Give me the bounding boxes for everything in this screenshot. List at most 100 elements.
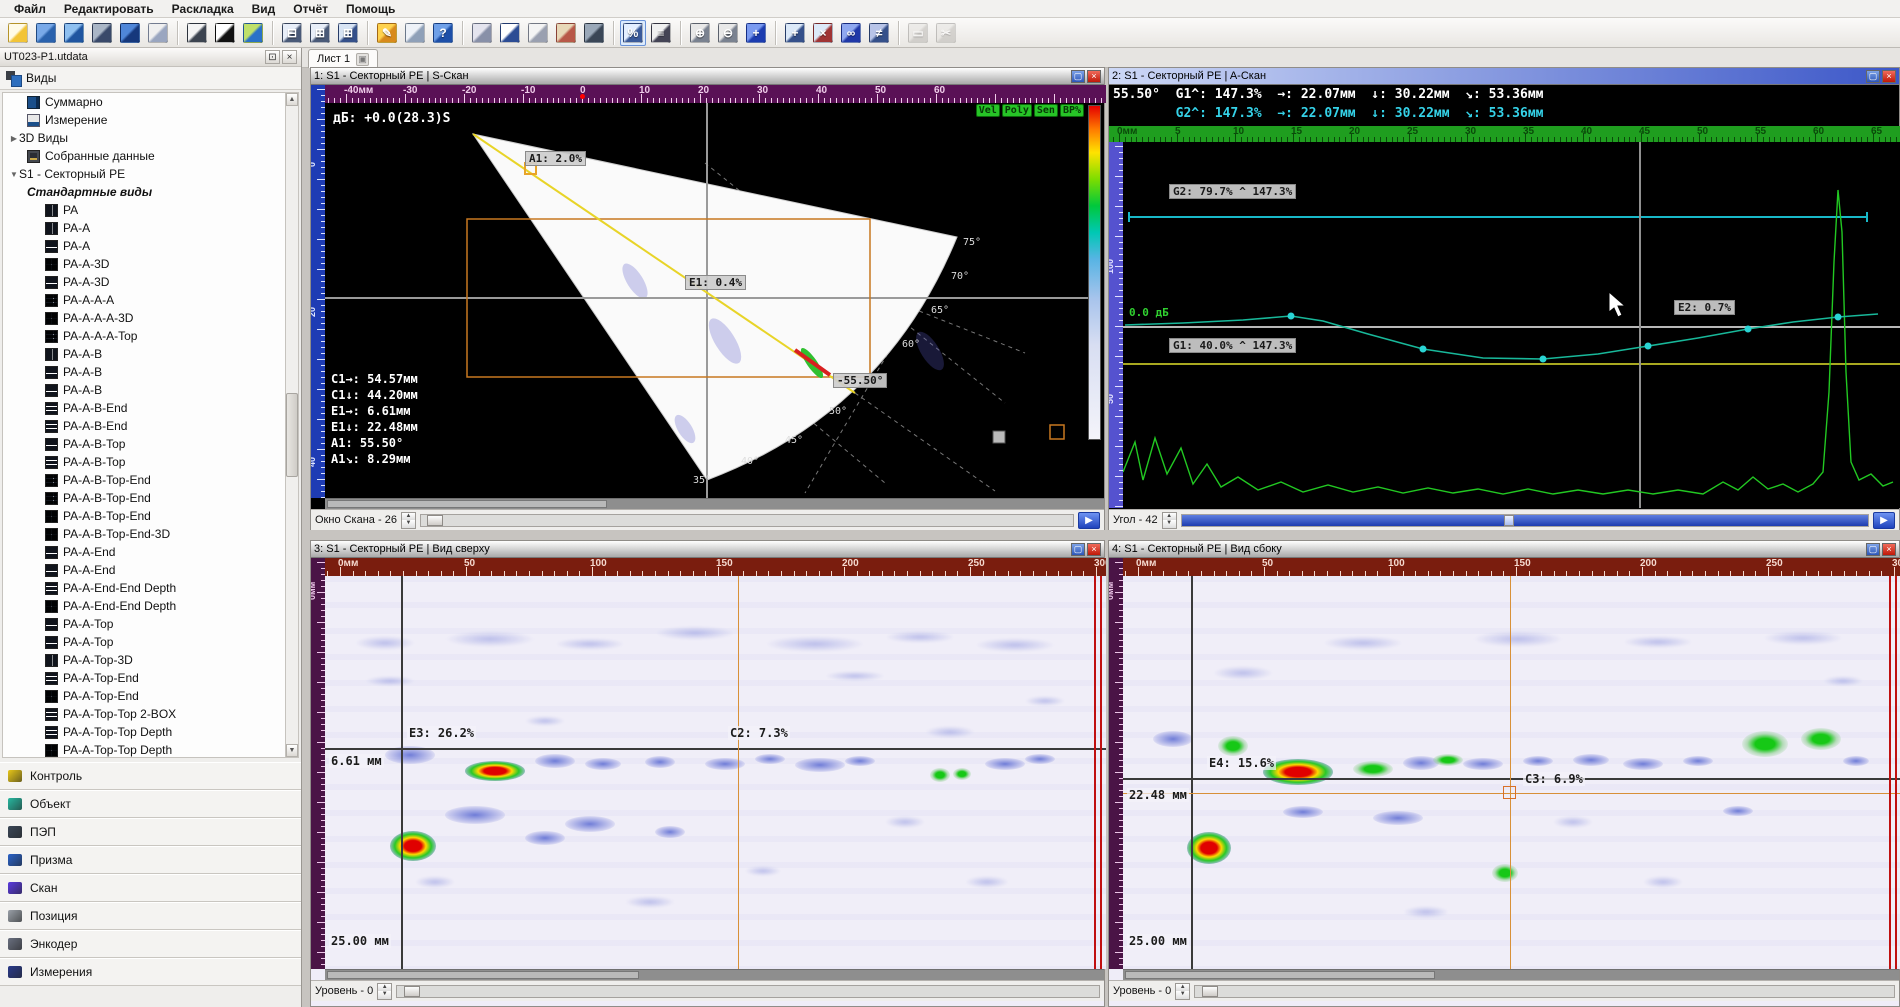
arrow-closed-icon[interactable]: ▶ [9,134,19,143]
menu-помощь[interactable]: Помощь [338,1,403,17]
gate-anchor-square[interactable] [1503,786,1516,799]
accordion-position[interactable]: Позиция [0,902,301,930]
views-header[interactable]: Виды [0,67,301,90]
tree-item-pa-a-top[interactable]: PA-A-Top [3,615,285,633]
gain-percent-button[interactable]: % [620,20,646,46]
scan-window-scrollbar[interactable] [420,514,1074,527]
accordion-inspection[interactable]: Контроль [0,762,301,790]
panel1-close-icon[interactable]: × [1087,70,1101,83]
panel3-close-icon[interactable]: × [1087,543,1101,556]
tab-close-icon[interactable]: ▣ [356,53,369,66]
play-button[interactable]: ▶ [1078,512,1100,529]
zoom-out-button[interactable]: ⊖ [715,20,741,46]
tree-item-3d-виды[interactable]: ▶3D Виды [3,129,285,147]
panel4-restore-icon[interactable]: ▢ [1866,543,1880,556]
tree-item-pa-a-b-top-end-3d[interactable]: PA-A-B-Top-End-3D [3,525,285,543]
tree-item-pa-a-b-end[interactable]: PA-A-B-End [3,417,285,435]
panel1-hscroll[interactable] [325,498,1104,509]
tree-item-pa-a-b-top-end[interactable]: PA-A-B-Top-End [3,471,285,489]
panel4-title-bar[interactable]: 4: S1 - Секторный PE | Вид сбоку ▢ × [1109,541,1899,558]
scroll-thumb[interactable] [286,393,298,477]
remove-view-button[interactable]: × [810,20,836,46]
top-view-cscan[interactable]: E3: 26.2%C2: 7.3%6.61 мм25.00 мм [325,576,1106,969]
link-views-button[interactable]: ∞ [838,20,864,46]
scroll-down-icon[interactable]: ▼ [286,744,298,757]
tree-item-pa[interactable]: PA [3,201,285,219]
tree-item-pa-a-top-top-depth[interactable]: PA-A-Top-Top Depth [3,741,285,758]
layout-editor-button[interactable] [184,20,210,46]
dock-pin-icon[interactable]: ⊡ [265,50,280,64]
tree-scrollbar[interactable]: ▲ ▼ [285,92,299,758]
menu-раскладка[interactable]: Раскладка [164,1,242,17]
tree-item-суммарно[interactable]: Суммарно [3,93,285,111]
scan-cursor-horizontal[interactable] [325,748,1106,750]
split-cells-button[interactable]: ✂ [933,20,959,46]
accordion-probe[interactable]: ПЭП [0,818,301,846]
tree-item-pa-a-b[interactable]: PA-A-B [3,381,285,399]
tree-item-pa-a-top-3d[interactable]: PA-A-Top-3D [3,651,285,669]
tree-item-pa-a[interactable]: PA-A [3,219,285,237]
probe-setup-button[interactable] [581,20,607,46]
save-file-button[interactable] [89,20,115,46]
tree-item-pa-a-end[interactable]: PA-A-End [3,543,285,561]
menu-файл[interactable]: Файл [6,1,54,17]
panel1-title-bar[interactable]: 1: S1 - Секторный PE | S-Скан ▢ × [311,68,1104,85]
accordion-scan[interactable]: Скан [0,874,301,902]
tree-item-pa-a-a-a-3d[interactable]: PA-A-A-A-3D [3,309,285,327]
globe-view-button[interactable] [240,20,266,46]
angle-scrollbar[interactable] [1181,514,1869,527]
accordion-measurements[interactable]: Измерения [0,958,301,986]
tree-item-pa-a-a-a[interactable]: PA-A-A-A [3,291,285,309]
tree-item-pa-a-b[interactable]: PA-A-B [3,345,285,363]
sscan-view[interactable]: 75°70°65°60°50°45°40°35° дБ: +0.0(28.3)S… [325,103,1088,498]
panel2-restore-icon[interactable]: ▢ [1866,70,1880,83]
dock-close-icon[interactable]: × [282,50,297,64]
help-button[interactable]: ? [430,20,456,46]
tree-item-pa-a-a-a-top[interactable]: PA-A-A-A-Top [3,327,285,345]
frame-tool-button[interactable] [497,20,523,46]
tree-item-pa-a-top-end[interactable]: PA-A-Top-End [3,687,285,705]
gate-cursor-vertical[interactable] [1510,576,1511,969]
accordion-encoder[interactable]: Энкодер [0,930,301,958]
panel3-hscroll[interactable] [325,969,1104,980]
open-data-button[interactable] [61,20,87,46]
add-view-button[interactable]: + [782,20,808,46]
tree-item-pa-a-end[interactable]: PA-A-End [3,561,285,579]
panel4-hscroll[interactable] [1123,969,1899,980]
tree-item-pa-a-top-end[interactable]: PA-A-Top-End [3,669,285,687]
tree-item-pa-a-b[interactable]: PA-A-B [3,363,285,381]
tree-item-pa-a-end-end-depth[interactable]: PA-A-End-End Depth [3,579,285,597]
panel2-close-icon[interactable]: × [1882,70,1896,83]
contrast-view-button[interactable] [212,20,238,46]
panel1-restore-icon[interactable]: ▢ [1071,70,1085,83]
tree-item-стандартные-виды[interactable]: Стандартные виды [3,183,285,201]
tree-item-pa-a[interactable]: PA-A [3,237,285,255]
tree-item-pa-a-top-top-depth[interactable]: PA-A-Top-Top Depth [3,723,285,741]
gates-setup-button[interactable]: ≡ [648,20,674,46]
tree-item-pa-a-b-end[interactable]: PA-A-B-End [3,399,285,417]
panel2-title-bar[interactable]: 2: S1 - Секторный PE | A-Скан ▢ × [1109,68,1899,85]
menu-отчёт[interactable]: Отчёт [285,1,336,17]
layout-two-cols-button[interactable]: ⊞ [307,20,333,46]
tree-item-измерение[interactable]: Измерение [3,111,285,129]
new-file-button[interactable] [5,20,31,46]
layout-grid-button[interactable]: ⊞ [335,20,361,46]
panel3-restore-icon[interactable]: ▢ [1071,543,1085,556]
pan-view-button[interactable]: + [743,20,769,46]
arrow-open-icon[interactable]: ▼ [9,170,19,179]
tree-item-собранные-данные[interactable]: Собранные данные [3,147,285,165]
import-data-button[interactable] [117,20,143,46]
tree-item-pa-a-3d[interactable]: PA-A-3D [3,255,285,273]
tree-item-pa-a-b-top[interactable]: PA-A-B-Top [3,453,285,471]
scroll-up-icon[interactable]: ▲ [286,93,298,106]
menu-редактировать[interactable]: Редактировать [56,1,162,17]
menu-вид[interactable]: Вид [244,1,284,17]
ascan-view[interactable]: G2: 79.7% ^ 147.3% G1: 40.0% ^ 147.3% 0.… [1123,142,1900,508]
tree-item-pa-a-3d[interactable]: PA-A-3D [3,273,285,291]
scan-cursor-horizontal[interactable] [1123,778,1900,780]
tree-item-pa-a-top-top-2-box[interactable]: PA-A-Top-Top 2-BOX [3,705,285,723]
annotate-button[interactable]: ✎ [374,20,400,46]
tree-item-pa-a-b-top[interactable]: PA-A-B-Top [3,435,285,453]
scan-cursor-vertical[interactable] [401,576,403,969]
tree-item-pa-a-end-end-depth[interactable]: PA-A-End-End Depth [3,597,285,615]
